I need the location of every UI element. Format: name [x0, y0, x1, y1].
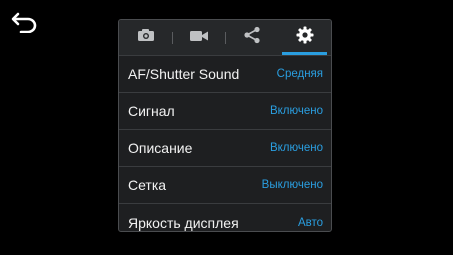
setting-label: Яркость дисплея [128, 214, 239, 231]
tab-settings[interactable] [278, 20, 331, 55]
video-camera-icon [189, 29, 209, 47]
setting-grid[interactable]: Сетка Выключено [119, 167, 331, 204]
share-icon [243, 26, 261, 49]
setting-display-brightness[interactable]: Яркость дисплея Авто [119, 204, 331, 231]
setting-description[interactable]: Описание Включено [119, 130, 331, 167]
setting-label: Сигнал [128, 103, 175, 119]
setting-af-shutter-sound[interactable]: AF/Shutter Sound Средняя [119, 56, 331, 93]
setting-label: Описание [128, 140, 193, 156]
setting-label: Сетка [128, 177, 167, 193]
setting-value: Средняя [276, 68, 323, 80]
settings-tab-bar [119, 20, 331, 56]
tab-video[interactable] [172, 20, 225, 55]
tab-share[interactable] [225, 20, 278, 55]
setting-signal[interactable]: Сигнал Включено [119, 93, 331, 130]
camera-icon [137, 28, 155, 47]
setting-value: Авто [297, 216, 323, 229]
back-button[interactable] [8, 10, 42, 38]
setting-value: Выключено [261, 179, 323, 191]
camera-settings-panel: AF/Shutter Sound Средняя Сигнал Включено… [118, 19, 332, 232]
tab-photo[interactable] [119, 20, 172, 55]
settings-list: AF/Shutter Sound Средняя Сигнал Включено… [119, 56, 331, 231]
setting-value: Включено [269, 105, 323, 117]
setting-label: AF/Shutter Sound [128, 66, 240, 82]
back-arrow-icon [11, 11, 39, 38]
gear-icon [296, 26, 314, 49]
setting-value: Включено [269, 142, 323, 154]
